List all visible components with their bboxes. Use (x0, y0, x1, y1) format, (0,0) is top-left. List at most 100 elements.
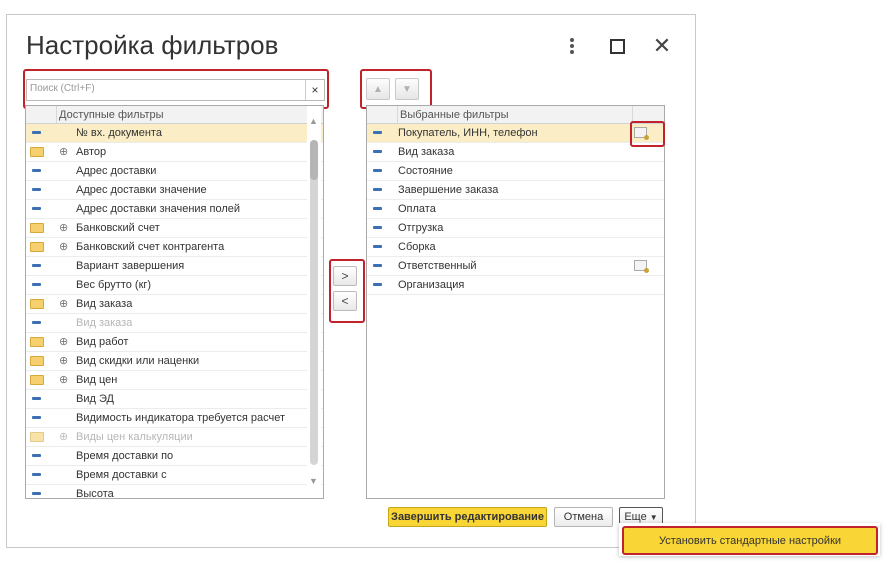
list-item[interactable]: Вариант завершения (26, 257, 323, 276)
folder-icon (30, 242, 44, 252)
field-icon (32, 264, 41, 267)
expand-icon[interactable]: ⊕ (59, 430, 68, 443)
expand-icon[interactable]: ⊕ (59, 354, 68, 367)
list-item-label: Состояние (398, 165, 453, 177)
list-item[interactable]: № вх. документа (26, 124, 323, 143)
list-item[interactable]: Высота (26, 485, 323, 499)
list-item-label: Вид скидки или наценки (76, 355, 200, 367)
list-item[interactable]: Адрес доставки (26, 162, 323, 181)
field-icon (32, 454, 41, 457)
highlight-transfer-buttons (329, 259, 365, 323)
field-icon (32, 169, 41, 172)
list-item[interactable]: Отгрузка (367, 219, 664, 238)
list-item-label: № вх. документа (76, 127, 162, 139)
list-item[interactable]: ⊕ Вид работ (26, 333, 323, 352)
set-default-settings-menu-item[interactable]: Установить стандартные настройки (622, 526, 878, 555)
folder-icon (30, 299, 44, 309)
list-item[interactable]: ⊕ Вид скидки или наценки (26, 352, 323, 371)
expand-icon[interactable]: ⊕ (59, 145, 68, 158)
field-icon (373, 207, 382, 210)
expand-icon[interactable]: ⊕ (59, 240, 68, 253)
list-item-label: Вес брутто (кг) (76, 279, 152, 291)
list-item[interactable]: Адрес доставки значения полей (26, 200, 323, 219)
list-item[interactable]: Оплата (367, 200, 664, 219)
cancel-button[interactable]: Отмена (554, 507, 613, 527)
field-icon (32, 207, 41, 210)
list-item[interactable]: Состояние (367, 162, 664, 181)
list-item[interactable]: ⊕ Автор (26, 143, 323, 162)
field-icon (373, 226, 382, 229)
list-item[interactable]: Время доставки по (26, 447, 323, 466)
scroll-up-icon[interactable]: ▲ (309, 116, 318, 126)
folder-icon (30, 432, 44, 442)
available-filters-header: Доступные фильтры (59, 109, 164, 121)
field-icon (373, 188, 382, 191)
list-item[interactable]: Ответственный (367, 257, 664, 276)
folder-icon (30, 147, 44, 157)
expand-icon[interactable]: ⊕ (59, 297, 68, 310)
list-item-label: Высота (76, 488, 114, 499)
scroll-thumb[interactable] (310, 140, 318, 180)
scrollbar[interactable]: ▲ ▼ (307, 106, 321, 494)
list-item-label: Адрес доставки значения полей (76, 203, 241, 215)
field-icon (32, 492, 41, 495)
field-icon (373, 245, 382, 248)
list-item[interactable]: Вид заказа (26, 314, 323, 333)
list-item[interactable]: Сборка (367, 238, 664, 257)
field-icon (32, 283, 41, 286)
list-item[interactable]: Покупатель, ИНН, телефон (367, 124, 664, 143)
field-icon (373, 169, 382, 172)
highlight-group-icon (630, 121, 665, 147)
list-item[interactable]: Вид заказа (367, 143, 664, 162)
table-header: Выбранные фильтры (367, 106, 664, 124)
list-item-label: Адрес доставки (76, 165, 157, 177)
expand-icon[interactable]: ⊕ (59, 335, 68, 348)
table-header: Доступные фильтры (26, 106, 323, 124)
field-icon (32, 416, 41, 419)
more-options-icon[interactable] (562, 36, 582, 56)
selected-filters-header: Выбранные фильтры (400, 109, 509, 121)
list-item-label: Отгрузка (398, 222, 444, 234)
list-item[interactable]: ⊕ Вид цен (26, 371, 323, 390)
list-item[interactable]: Адрес доставки значение (26, 181, 323, 200)
maximize-icon[interactable] (607, 36, 627, 56)
list-item[interactable]: Видимость индикатора требуется расчет (26, 409, 323, 428)
list-item-label: Сборка (398, 241, 436, 253)
list-item-label: Виды цен калькуляции (76, 431, 193, 443)
list-item[interactable]: Вид ЭД (26, 390, 323, 409)
list-item-label: Вид ЭД (76, 393, 114, 405)
field-icon (373, 264, 382, 267)
selected-filters-table[interactable]: Выбранные фильтры Покупатель, ИНН, телеф… (366, 105, 665, 499)
highlight-move-buttons (360, 69, 432, 109)
list-item[interactable]: ⊕ Банковский счет контрагента (26, 238, 323, 257)
highlight-search (23, 69, 329, 109)
close-icon[interactable]: ✕ (652, 33, 672, 58)
finish-editing-button[interactable]: Завершить редактирование (388, 507, 547, 527)
field-icon (32, 473, 41, 476)
list-item-label: Вид заказа (398, 146, 455, 158)
list-item[interactable]: Вес брутто (кг) (26, 276, 323, 295)
list-item-label: Организация (398, 279, 465, 291)
list-item[interactable]: ⊕ Вид заказа (26, 295, 323, 314)
list-item-label: Видимость индикатора требуется расчет (76, 412, 285, 424)
folder-icon (30, 356, 44, 366)
scroll-down-icon[interactable]: ▼ (309, 476, 318, 486)
list-item-label: Вид заказа (76, 298, 133, 310)
expand-icon[interactable]: ⊕ (59, 373, 68, 386)
list-item[interactable]: Завершение заказа (367, 181, 664, 200)
list-item[interactable]: Организация (367, 276, 664, 295)
list-item[interactable]: ⊕ Банковский счет (26, 219, 323, 238)
field-icon (373, 150, 382, 153)
list-item-label: Банковский счет контрагента (76, 241, 225, 253)
field-icon (373, 283, 382, 286)
available-filters-table[interactable]: Доступные фильтры № вх. документа ⊕ Автор А… (25, 105, 324, 499)
list-item[interactable]: ⊕ Виды цен калькуляции (26, 428, 323, 447)
list-item-label: Банковский счет (76, 222, 160, 234)
group-settings-icon[interactable] (634, 260, 649, 273)
list-item-label: Время доставки по (76, 450, 174, 462)
folder-icon (30, 337, 44, 347)
list-item[interactable]: Время доставки с (26, 466, 323, 485)
folder-icon (30, 223, 44, 233)
expand-icon[interactable]: ⊕ (59, 221, 68, 234)
more-menu: Установить стандартные настройки (619, 523, 880, 556)
